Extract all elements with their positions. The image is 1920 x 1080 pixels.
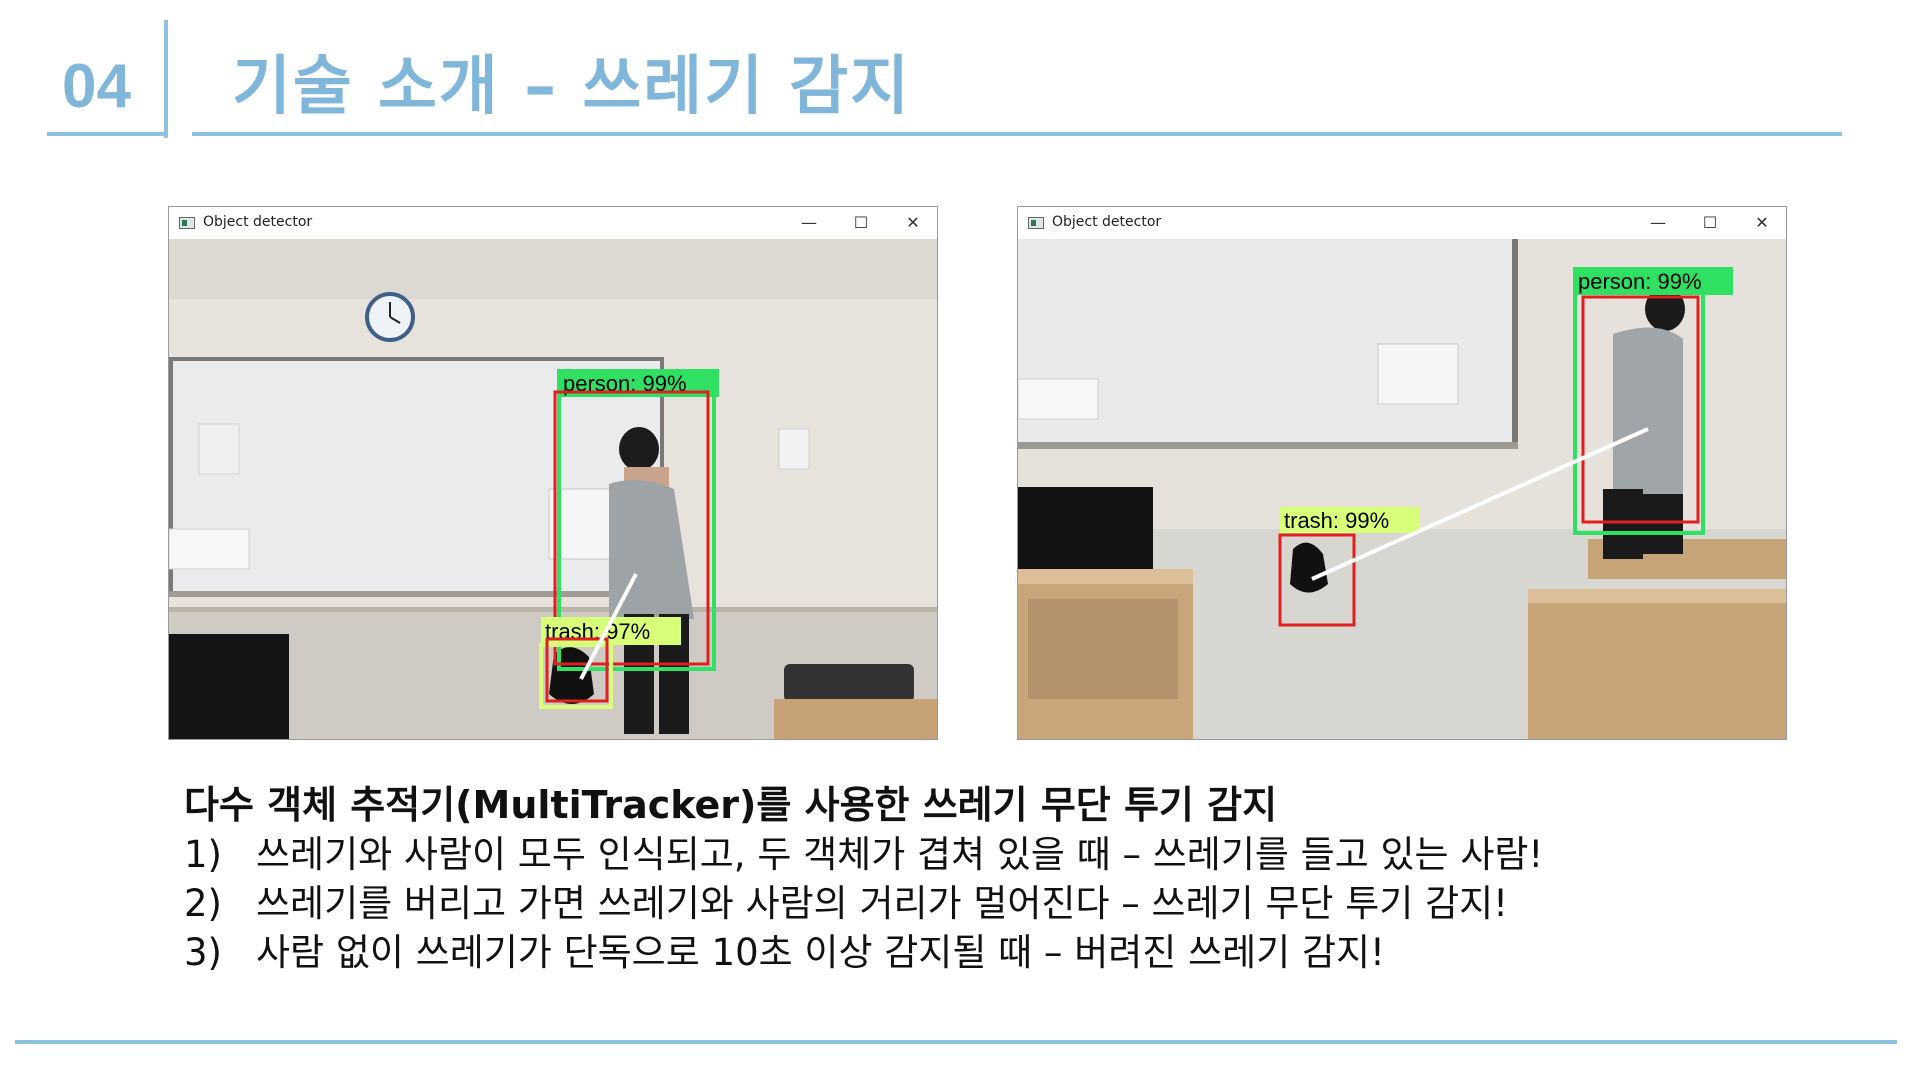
list-item: 1) 쓰레기와 사람이 모두 인식되고, 두 객체가 겹쳐 있을 때 – 쓰레기를… — [184, 830, 1884, 879]
close-icon[interactable]: ✕ — [895, 209, 931, 237]
window-titlebar[interactable]: Object detector — ☐ ✕ — [169, 207, 937, 239]
app-icon — [1028, 217, 1044, 229]
camera-frame: person: 99% trash: 97% — [169, 239, 937, 739]
person-detection-label: person: 99% — [1578, 269, 1702, 294]
monitor — [169, 634, 289, 739]
app-icon — [179, 217, 195, 229]
window-title: Object detector — [1052, 214, 1162, 230]
chair — [774, 664, 937, 739]
classroom-scene: person: 99% trash: 97% — [169, 239, 937, 739]
list-item-number: 3) — [184, 931, 222, 974]
list-item-number: 1) — [184, 833, 222, 876]
trash-detection-label: trash: 99% — [1284, 508, 1389, 533]
list-item: 3) 사람 없이 쓰레기가 단독으로 10초 이상 감지될 때 – 버려진 쓰레기… — [184, 928, 1884, 977]
clock-icon — [365, 292, 415, 342]
maximize-icon[interactable]: ☐ — [1692, 209, 1728, 237]
maximize-icon[interactable]: ☐ — [843, 209, 879, 237]
close-icon[interactable]: ✕ — [1744, 209, 1780, 237]
list-item: 2) 쓰레기를 버리고 가면 쓰레기와 사람의 거리가 멀어진다 – 쓰레기 무단… — [184, 879, 1884, 928]
list-item-text: 사람 없이 쓰레기가 단독으로 10초 이상 감지될 때 – 버려진 쓰레기 감… — [256, 931, 1385, 974]
title-underline — [192, 132, 1842, 136]
slide-title: 기술 소개 – 쓰레기 감지 — [232, 50, 912, 124]
list-item-text: 쓰레기를 버리고 가면 쓰레기와 사람의 거리가 멀어진다 – 쓰레기 무단 투… — [256, 882, 1508, 925]
detector-window-1: Object detector — ☐ ✕ person: 99% trash:… — [168, 206, 938, 740]
window-title: Object detector — [203, 214, 313, 230]
caption-list: 1) 쓰레기와 사람이 모두 인식되고, 두 객체가 겹쳐 있을 때 – 쓰레기를… — [184, 830, 1884, 977]
slide-number-underline — [47, 132, 165, 136]
minimize-icon[interactable]: — — [1640, 209, 1676, 237]
window-titlebar[interactable]: Object detector — ☐ ✕ — [1018, 207, 1786, 239]
list-item-text: 쓰레기와 사람이 모두 인식되고, 두 객체가 겹쳐 있을 때 – 쓰레기를 들… — [256, 833, 1544, 876]
minimize-icon[interactable]: — — [791, 209, 827, 237]
classroom-scene: person: 99% trash: 99% — [1018, 239, 1786, 739]
whiteboard — [1018, 239, 1518, 449]
camera-frame: person: 99% trash: 99% — [1018, 239, 1786, 739]
detector-window-2: Object detector — ☐ ✕ person: 99% trash:… — [1017, 206, 1787, 740]
header-divider — [164, 20, 168, 138]
caption-heading: 다수 객체 추적기(MultiTracker)를 사용한 쓰레기 무단 투기 감… — [184, 783, 1278, 827]
caption: 다수 객체 추적기(MultiTracker)를 사용한 쓰레기 무단 투기 감… — [184, 780, 1884, 977]
list-item-number: 2) — [184, 882, 222, 925]
footer-rule — [15, 1040, 1897, 1044]
slide-number: 04 — [62, 52, 131, 121]
